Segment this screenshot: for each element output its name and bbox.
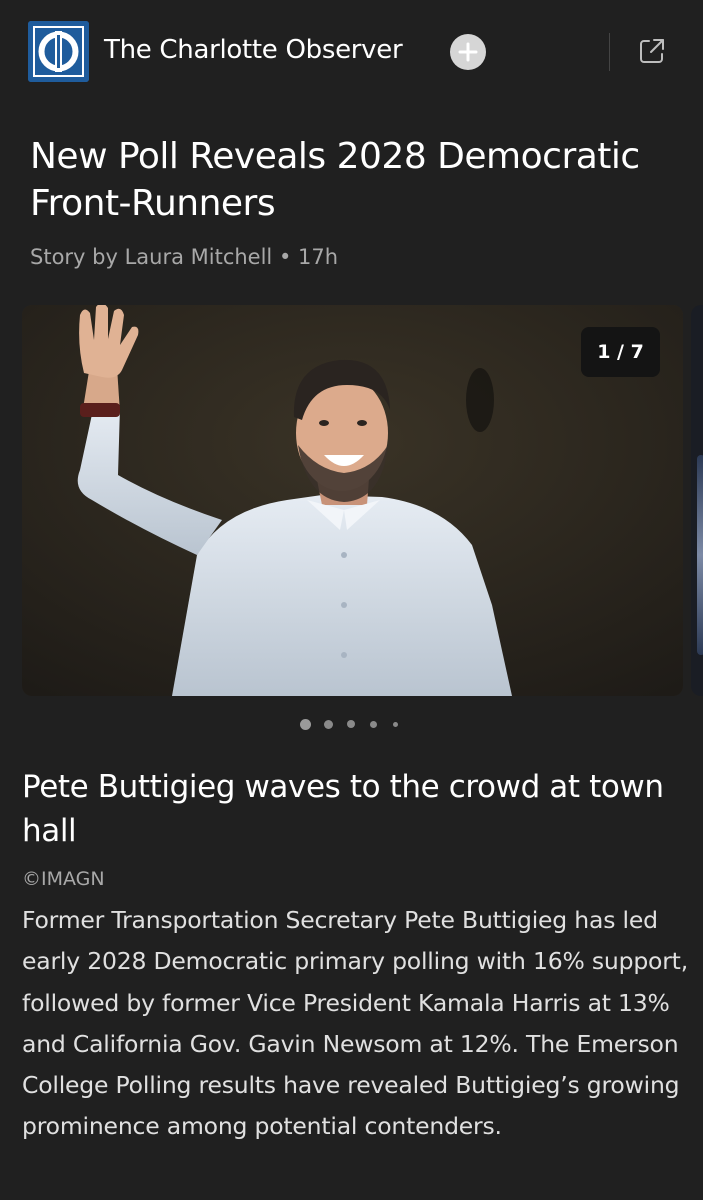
caption-description: Former Transportation Secretary Pete But… (22, 906, 688, 1141)
pagination-dot[interactable] (324, 720, 333, 729)
caption-title: Pete Buttigieg waves to the crowd at tow… (22, 769, 664, 849)
follow-button[interactable] (450, 34, 486, 70)
open-external-button[interactable] (637, 36, 667, 66)
plus-icon (458, 42, 478, 62)
next-photo-preview[interactable] (691, 305, 703, 696)
photo-credit: ©IMAGN (22, 868, 105, 890)
article-headline: New Poll Reveals 2028 Democratic Front-R… (30, 136, 640, 224)
gallery-pagination (300, 716, 404, 734)
charlotte-observer-logo[interactable] (28, 21, 89, 82)
article-byline: Story by Laura Mitchell • 17h (30, 245, 339, 269)
pagination-dot[interactable] (393, 722, 398, 727)
source-header: The Charlotte Observer (0, 0, 703, 105)
photo-counter: 1 / 7 (581, 327, 660, 377)
pagination-dot[interactable] (370, 721, 377, 728)
header-divider (609, 33, 610, 71)
pagination-dot[interactable] (300, 719, 311, 730)
open-external-icon (640, 39, 664, 63)
pagination-dot[interactable] (347, 720, 355, 728)
source-name[interactable]: The Charlotte Observer (104, 35, 403, 65)
